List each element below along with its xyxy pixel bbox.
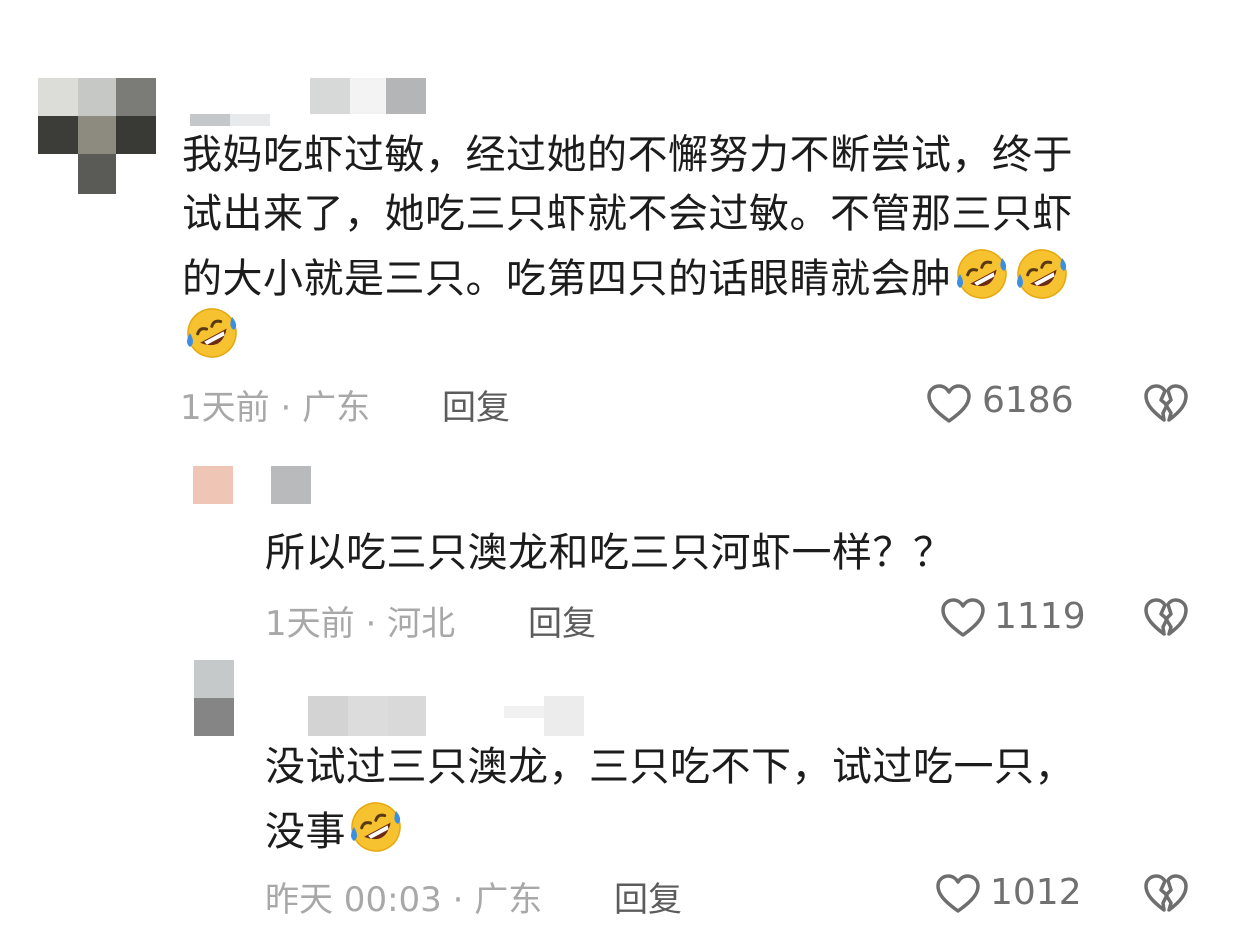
avatar[interactable] bbox=[193, 466, 233, 504]
meta-separator: · bbox=[280, 388, 292, 428]
meta-separator: · bbox=[452, 880, 464, 920]
comment-line: 我妈吃虾过敏，经过她的不懈努力不断尝试，终于 bbox=[182, 132, 1073, 178]
reply-button[interactable]: 回复 bbox=[442, 380, 510, 429]
comment-text: 没试过三只澳龙，三只吃不下，试过吃一只， 没事 bbox=[265, 738, 1075, 856]
reply-comment-1: 所以吃三只澳龙和吃三只河虾一样？？ 1天前 · 河北 回复 1119 bbox=[0, 450, 1242, 650]
comment-meta: 1天前 · 河北 bbox=[265, 596, 455, 645]
broken-heart-icon[interactable] bbox=[1142, 594, 1190, 642]
rofl-emoji-icon bbox=[346, 797, 406, 857]
comment-line: 的大小就是三只。吃第四只的话眼睛就会肿 bbox=[182, 244, 1073, 303]
avatar[interactable] bbox=[38, 78, 156, 194]
username-blurred[interactable] bbox=[190, 78, 430, 126]
reply-comment-2: 没试过三只澳龙，三只吃不下，试过吃一只， 没事 昨天 00:03 · 广东 回复… bbox=[0, 650, 1242, 932]
reply-button[interactable]: 回复 bbox=[528, 596, 596, 645]
comment-line: 试出来了，她吃三只虾就不会过敏。不管那三只虾 bbox=[182, 191, 1073, 237]
heart-outline-icon[interactable] bbox=[934, 870, 982, 918]
comment-line: 没试过三只澳龙，三只吃不下，试过吃一只， bbox=[265, 744, 1075, 790]
comment-time: 1天前 bbox=[265, 604, 355, 644]
username-blurred[interactable] bbox=[308, 696, 588, 736]
broken-heart-icon[interactable] bbox=[1142, 380, 1190, 428]
avatar[interactable] bbox=[194, 660, 234, 736]
like-count: 1119 bbox=[994, 596, 1086, 637]
comment-location: 广东 bbox=[302, 388, 371, 428]
like-count: 6186 bbox=[982, 380, 1074, 421]
comment-time: 1天前 bbox=[180, 388, 270, 428]
meta-separator: · bbox=[365, 604, 377, 644]
heart-outline-icon[interactable] bbox=[939, 594, 987, 642]
comment-time: 昨天 00:03 bbox=[265, 880, 442, 920]
comment-text: 所以吃三只澳龙和吃三只河虾一样？？ bbox=[265, 524, 954, 583]
comment-location: 广东 bbox=[474, 880, 543, 920]
broken-heart-icon[interactable] bbox=[1142, 870, 1190, 918]
like-count: 1012 bbox=[990, 872, 1082, 913]
comment-meta: 昨天 00:03 · 广东 bbox=[265, 872, 542, 921]
comment-line: 没事 bbox=[265, 797, 1075, 856]
comment-1: 我妈吃虾过敏，经过她的不懈努力不断尝试，终于 试出来了，她吃三只虾就不会过敏。不… bbox=[0, 0, 1242, 440]
rofl-emoji-icon bbox=[182, 303, 242, 363]
comment-meta: 1天前 · 广东 bbox=[180, 380, 370, 429]
heart-outline-icon[interactable] bbox=[925, 380, 973, 428]
comment-line bbox=[182, 303, 1073, 362]
comment-text: 我妈吃虾过敏，经过她的不懈努力不断尝试，终于 试出来了，她吃三只虾就不会过敏。不… bbox=[182, 126, 1073, 362]
reply-button[interactable]: 回复 bbox=[614, 872, 682, 921]
rofl-emoji-icon bbox=[1012, 244, 1072, 304]
comment-line: 所以吃三只澳龙和吃三只河虾一样？？ bbox=[265, 530, 954, 576]
rofl-emoji-icon bbox=[952, 244, 1012, 304]
comment-location: 河北 bbox=[387, 604, 456, 644]
username-blurred[interactable] bbox=[271, 466, 311, 504]
